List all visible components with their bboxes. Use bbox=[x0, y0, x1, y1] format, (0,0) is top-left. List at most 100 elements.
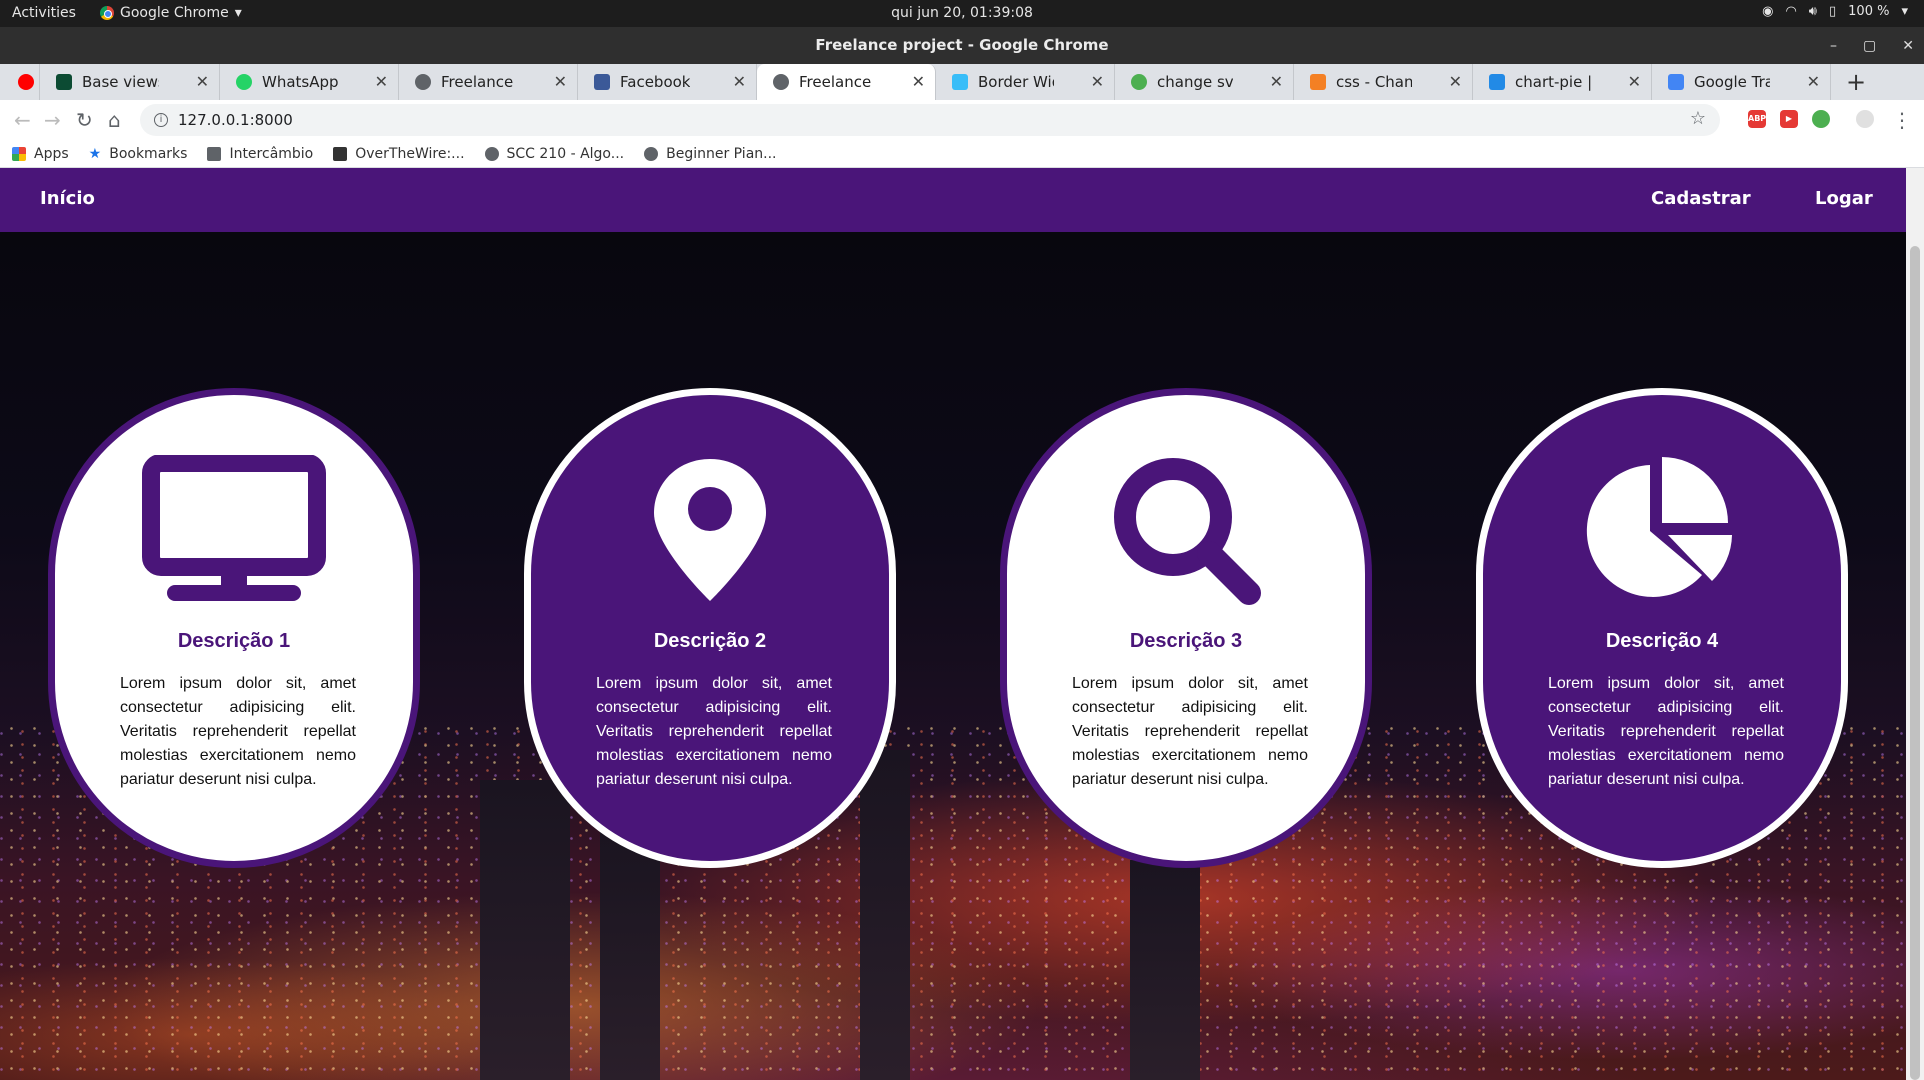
skyscraper bbox=[860, 750, 910, 1080]
tab-10[interactable]: Google Tradutor ✕ bbox=[1652, 64, 1831, 100]
tailwind-icon bbox=[952, 74, 968, 90]
tab-7[interactable]: change svg color ✕ bbox=[1115, 64, 1294, 100]
bookmark-label: Intercâmbio bbox=[229, 145, 314, 162]
close-icon[interactable]: ✕ bbox=[733, 72, 746, 91]
globe-icon bbox=[644, 146, 659, 161]
tab-9[interactable]: chart-pie | Font A ✕ bbox=[1473, 64, 1652, 100]
card-title: Descrição 3 bbox=[1129, 630, 1243, 652]
bookmark-label: Apps bbox=[34, 145, 69, 162]
steam-icon: ◉ bbox=[1762, 4, 1774, 19]
close-icon[interactable]: ✕ bbox=[1091, 72, 1104, 91]
bookmark-apps[interactable]: Apps bbox=[12, 146, 69, 162]
volume-icon: 🔊︎ bbox=[1808, 4, 1817, 19]
bookmark-scc210[interactable]: SCC 210 - Algo... bbox=[484, 145, 625, 162]
tab-youtube[interactable] bbox=[0, 64, 40, 100]
tab-label: Google Tradutor bbox=[1694, 73, 1770, 91]
globe-icon bbox=[773, 74, 789, 90]
adblock-icon[interactable]: ABP bbox=[1748, 110, 1766, 128]
nav-register-link[interactable]: Cadastrar bbox=[1651, 188, 1751, 209]
feature-card-4: Descrição 4 Lorem ipsum dolor sit, amet … bbox=[1476, 388, 1848, 868]
browser-toolbar: ← → ↻ ⌂ i 127.0.0.1:8000 ☆ ABP ▶ ⋮ bbox=[0, 100, 1924, 140]
skyscraper bbox=[600, 830, 660, 1080]
tab-label: Facebook bbox=[620, 73, 691, 91]
nav-home-link[interactable]: Início bbox=[40, 188, 95, 209]
system-tray[interactable]: ◉ ◠ 🔊︎ ▯ 100 % ▾ bbox=[1762, 4, 1908, 19]
chart-pie-icon bbox=[1483, 455, 1841, 605]
bookmark-star-icon[interactable]: ☆ bbox=[1690, 108, 1706, 129]
close-icon[interactable]: ✕ bbox=[1449, 72, 1462, 91]
fontawesome-icon bbox=[1489, 74, 1505, 90]
close-icon[interactable]: ✕ bbox=[554, 72, 567, 91]
home-button[interactable]: ⌂ bbox=[108, 108, 121, 132]
whatsapp-icon bbox=[236, 74, 252, 90]
tab-6[interactable]: Border Width - Ta ✕ bbox=[936, 64, 1115, 100]
close-icon[interactable]: ✕ bbox=[196, 72, 209, 91]
django-icon bbox=[56, 74, 72, 90]
youtube-ext-icon[interactable]: ▶ bbox=[1780, 110, 1798, 128]
google-translate-icon bbox=[1668, 74, 1684, 90]
tab-label: css - Change svg bbox=[1336, 73, 1412, 91]
address-bar[interactable]: i 127.0.0.1:8000 ☆ bbox=[140, 104, 1720, 136]
close-icon[interactable]: ✕ bbox=[375, 72, 388, 91]
extension-icon[interactable] bbox=[1812, 110, 1830, 128]
new-tab-button[interactable]: + bbox=[1846, 64, 1866, 100]
close-icon[interactable]: ✕ bbox=[1628, 72, 1641, 91]
back-button[interactable]: ← bbox=[14, 108, 31, 132]
tab-label: change svg color bbox=[1157, 73, 1233, 91]
wifi-icon: ◠ bbox=[1785, 4, 1797, 19]
tab-1[interactable]: Base views | Djan ✕ bbox=[40, 64, 220, 100]
menu-icon[interactable]: ⋮ bbox=[1892, 108, 1912, 132]
clock[interactable]: qui jun 20, 01:39:08 bbox=[0, 5, 1924, 21]
search-icon bbox=[1007, 455, 1365, 605]
window-controls: – ▢ ✕ bbox=[1830, 27, 1914, 64]
tab-label: Base views | Djan bbox=[82, 73, 159, 91]
skyscraper bbox=[1130, 860, 1200, 1080]
bookmark-beginner-piano[interactable]: Beginner Pian... bbox=[644, 146, 777, 162]
bookmark-bookmarks[interactable]: ★ Bookmarks bbox=[89, 146, 188, 162]
tab-strip: Base views | Djan ✕ WhatsApp ✕ Freelance… bbox=[0, 64, 1924, 100]
tab-8[interactable]: css - Change svg ✕ bbox=[1294, 64, 1473, 100]
close-window-button[interactable]: ✕ bbox=[1902, 38, 1914, 54]
card-description: Lorem ipsum dolor sit, amet consectetur … bbox=[596, 675, 832, 788]
profile-avatar[interactable] bbox=[1856, 110, 1874, 128]
page-scrollbar[interactable] bbox=[1906, 168, 1924, 1080]
map-marker-icon bbox=[531, 455, 889, 605]
battery-level: 100 % bbox=[1848, 4, 1890, 19]
skyscraper bbox=[480, 780, 570, 1080]
tab-label: Freelance projec bbox=[441, 73, 517, 91]
globe-icon bbox=[415, 74, 431, 90]
bookmark-label: SCC 210 - Algo... bbox=[506, 145, 625, 162]
bookmark-intercambio[interactable]: Intercâmbio bbox=[207, 146, 313, 162]
tab-label: WhatsApp bbox=[262, 73, 338, 91]
maximize-button[interactable]: ▢ bbox=[1863, 38, 1876, 54]
url-text: 127.0.0.1:8000 bbox=[178, 111, 293, 129]
card-description: Lorem ipsum dolor sit, amet consectetur … bbox=[1548, 675, 1784, 788]
card-description: Lorem ipsum dolor sit, amet consectetur … bbox=[1072, 675, 1308, 788]
nav-login-link[interactable]: Logar bbox=[1815, 188, 1873, 209]
close-icon[interactable]: ✕ bbox=[1807, 72, 1820, 91]
info-icon[interactable]: i bbox=[154, 113, 168, 127]
close-icon[interactable]: ✕ bbox=[912, 72, 925, 91]
bookmark-label: Bookmarks bbox=[109, 145, 188, 162]
close-icon[interactable]: ✕ bbox=[1270, 72, 1283, 91]
card-description: Lorem ipsum dolor sit, amet consectetur … bbox=[120, 675, 356, 788]
os-top-bar: Activities Google Chrome ▾ qui jun 20, 0… bbox=[0, 0, 1924, 27]
reload-button[interactable]: ↻ bbox=[76, 108, 93, 132]
forward-button[interactable]: → bbox=[44, 108, 61, 132]
desktop-icon bbox=[55, 455, 413, 605]
minimize-button[interactable]: – bbox=[1830, 38, 1837, 54]
card-title: Descrição 2 bbox=[653, 630, 767, 652]
tab-2[interactable]: WhatsApp ✕ bbox=[220, 64, 399, 100]
star-icon: ★ bbox=[88, 145, 102, 162]
card-title: Descrição 1 bbox=[177, 630, 291, 652]
globe-icon bbox=[484, 146, 499, 161]
tab-4[interactable]: Facebook ✕ bbox=[578, 64, 757, 100]
bookmark-overthewire[interactable]: OverTheWire:... bbox=[333, 146, 465, 162]
feature-card-2: Descrição 2 Lorem ipsum dolor sit, amet … bbox=[524, 388, 896, 868]
tab-label: Freelance projec bbox=[799, 73, 875, 91]
tab-3[interactable]: Freelance projec ✕ bbox=[399, 64, 578, 100]
web-page: Início Cadastrar Logar Descrição 1 Lorem… bbox=[0, 168, 1906, 1080]
tab-5-active[interactable]: Freelance projec ✕ bbox=[757, 64, 936, 100]
chrome-icon bbox=[1131, 74, 1147, 90]
scrollbar-thumb[interactable] bbox=[1910, 246, 1920, 1080]
